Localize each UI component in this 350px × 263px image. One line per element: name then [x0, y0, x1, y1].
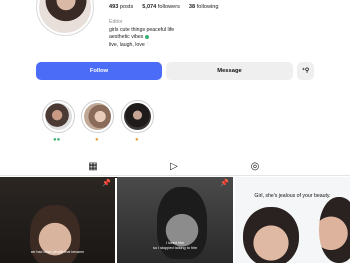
message-button[interactable]: Message — [166, 62, 293, 80]
post-caption: we had other people that became — [30, 250, 85, 254]
highlight-cover — [45, 103, 72, 130]
bio-line-2: aesthetic vibes — [109, 34, 174, 42]
story-highlight-3[interactable] — [121, 100, 154, 133]
highlight-label-1: ●● — [53, 137, 61, 143]
following-stat[interactable]: 38 following — [189, 4, 219, 10]
tab-tagged[interactable]: ◎ — [249, 161, 261, 173]
bio-line-3: live, laugh, love ♡ — [109, 41, 151, 48]
pin-icon: 📌 — [102, 180, 111, 187]
profile-category: Editor — [109, 19, 123, 25]
story-highlight-2[interactable] — [81, 100, 114, 133]
post-caption: I loved him so I stopped talking to him — [152, 241, 198, 250]
avatar-image — [39, 0, 91, 33]
reels-icon: ▷ — [170, 161, 178, 172]
story-highlight-1[interactable] — [42, 100, 75, 133]
highlight-cover — [84, 103, 111, 130]
highlight-label-3: ● — [135, 137, 139, 143]
bio-line-1: girls cute things peaceful life — [109, 26, 175, 33]
tab-reels[interactable]: ▷ — [168, 161, 180, 173]
profile-bio: Editor girls cute things peaceful life a… — [109, 19, 174, 49]
followers-stat[interactable]: 5,074 followers — [142, 4, 180, 10]
posts-stat[interactable]: 493 posts — [109, 4, 133, 10]
profile-stats: 493 posts 5,074 followers 38 following — [109, 4, 219, 10]
grid-icon: ▦ — [88, 161, 98, 172]
profile-tabs: ▦ ▷ ◎ — [0, 158, 350, 178]
person-add-icon: ⁺⚲ — [301, 68, 310, 74]
post-thumbnail-3[interactable]: Girl, she's jealous of your beauty. — [235, 177, 350, 263]
tagged-icon: ◎ — [250, 161, 260, 172]
leaf-icon — [144, 34, 149, 39]
post-image — [30, 205, 80, 263]
pin-icon: 📌 — [220, 180, 229, 187]
heart-icon: ♡ — [146, 41, 151, 48]
profile-avatar[interactable] — [36, 0, 94, 36]
tab-posts[interactable]: ▦ — [67, 161, 119, 178]
post-image — [319, 197, 350, 263]
post-thumbnail-2[interactable]: I loved him so I stopped talking to him … — [117, 177, 233, 263]
post-thumbnail-1[interactable]: we had other people that became 📌 — [0, 177, 115, 263]
highlight-label-2: ● — [95, 137, 99, 143]
post-image — [243, 207, 299, 263]
follow-button[interactable]: Follow — [36, 62, 162, 80]
person-add-button[interactable]: ⁺⚲ — [297, 62, 314, 80]
highlight-cover — [124, 103, 151, 130]
